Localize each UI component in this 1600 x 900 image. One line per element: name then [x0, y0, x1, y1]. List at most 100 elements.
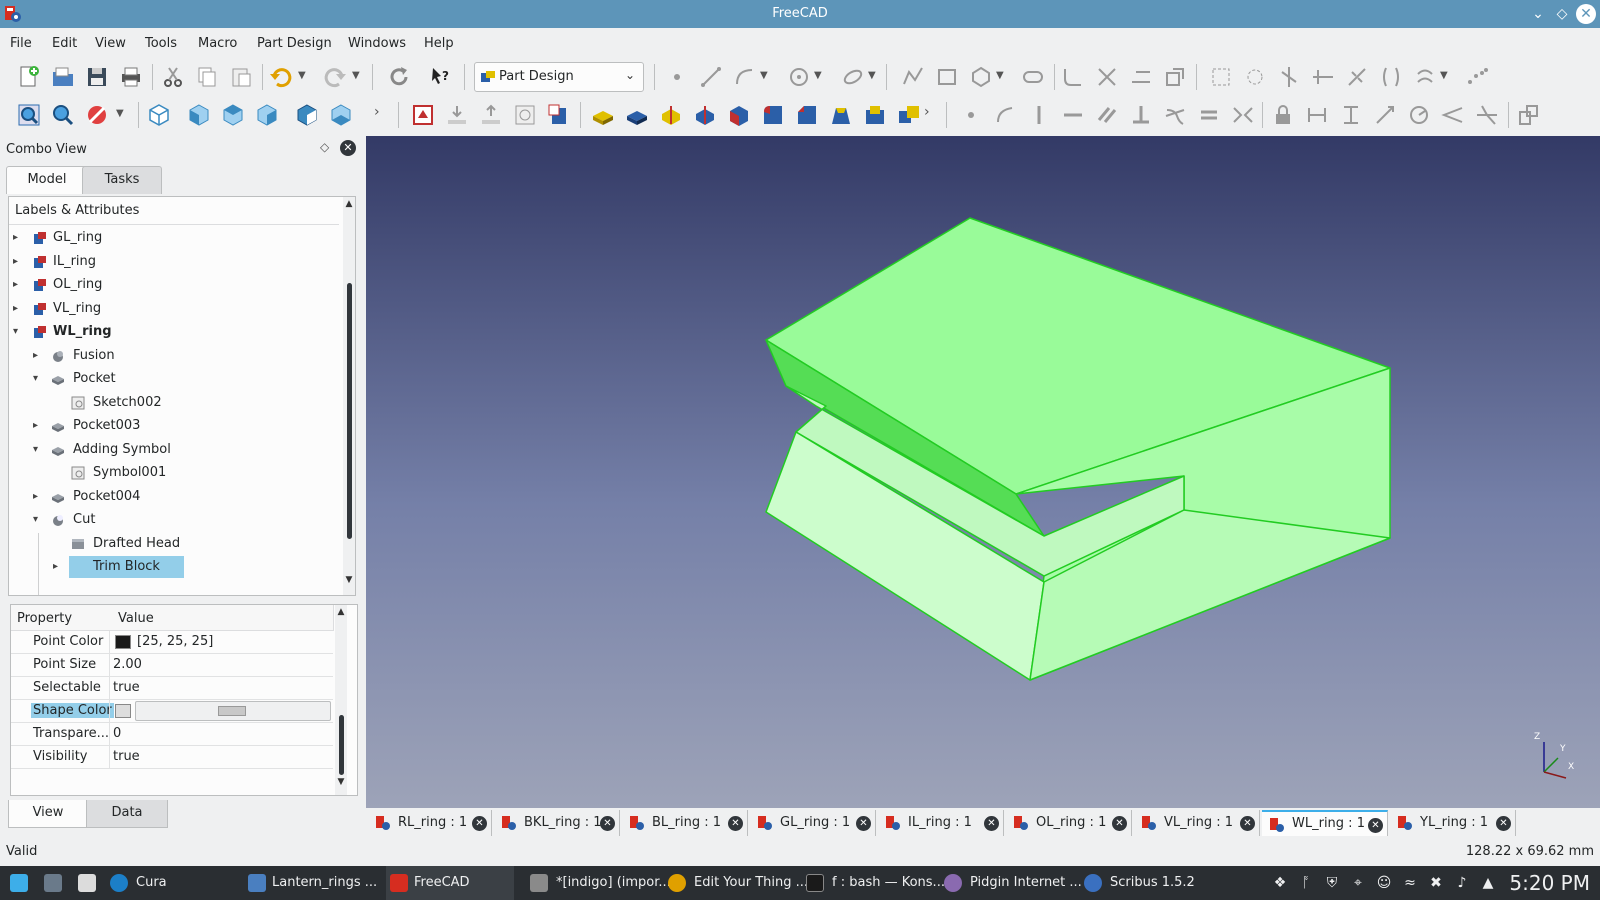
rectangular-array-icon[interactable] [1412, 64, 1438, 90]
tree-item-wl-ring[interactable]: ▾ WL_ring [9, 321, 339, 343]
create-body-icon[interactable] [410, 102, 436, 128]
color-swatch[interactable] [115, 704, 131, 718]
tree-item-pocket[interactable]: ▾ Pocket [9, 368, 339, 390]
save-icon[interactable] [84, 64, 110, 90]
tree-item-pocket004[interactable]: ▸ Pocket004 [9, 486, 339, 508]
property-row-selectable[interactable]: Selectable true [11, 677, 333, 700]
collapse-icon[interactable]: ▾ [33, 368, 45, 390]
constrain-equal-icon[interactable] [1196, 102, 1222, 128]
create-sketch-icon[interactable] [512, 102, 538, 128]
task-konsole[interactable]: f : bash — Kons... [804, 866, 945, 900]
3d-viewport[interactable]: Z Y X [366, 136, 1600, 808]
circle-icon[interactable] [786, 64, 812, 90]
task-lantern-rings[interactable]: Lantern_rings ... [246, 866, 382, 900]
clone-icon[interactable] [1378, 64, 1404, 90]
close-panel-icon[interactable]: ✕ [340, 140, 356, 156]
tab-doc-rl-ring[interactable]: RL_ring : 1 ✕ [368, 810, 492, 836]
arc-icon[interactable] [732, 64, 758, 90]
close-tab-icon[interactable]: ✕ [600, 816, 615, 831]
tree-item-ol-ring[interactable]: ▸ OL_ring [9, 274, 339, 296]
float-panel-icon[interactable]: ◇ [320, 140, 329, 154]
menu-help[interactable]: Help [424, 36, 454, 51]
constrain-perpendicular-icon[interactable] [1128, 102, 1154, 128]
tab-tasks[interactable]: Tasks [82, 166, 162, 194]
tree-item-drafted-head[interactable]: Drafted Head [9, 533, 339, 555]
select-vertical-axis-icon[interactable] [1276, 64, 1302, 90]
collapse-icon[interactable]: ▾ [13, 321, 25, 343]
tab-doc-yl-ring[interactable]: YL_ring : 1 ✕ [1390, 810, 1516, 836]
external-geometry-icon[interactable] [1162, 64, 1188, 90]
cut-icon[interactable] [160, 64, 186, 90]
menu-part-design[interactable]: Part Design [257, 36, 332, 51]
thickness-icon[interactable] [862, 102, 888, 128]
symmetry-icon[interactable] [1344, 64, 1370, 90]
ellipse-dropdown-icon[interactable]: ▼ [868, 70, 876, 81]
clock[interactable]: 5:20 PM [1509, 871, 1590, 895]
menu-file[interactable]: File [10, 36, 32, 51]
boolean-icon[interactable] [896, 102, 922, 128]
view-bottom-icon[interactable] [328, 102, 354, 128]
property-row-visibility[interactable]: Visibility true [11, 746, 333, 769]
extend-icon[interactable] [1128, 64, 1154, 90]
tab-doc-bl-ring[interactable]: BL_ring : 1 ✕ [622, 810, 748, 836]
draft-icon[interactable] [828, 102, 854, 128]
scribus-launcher-icon[interactable] [74, 866, 100, 900]
constrain-horizontal-icon[interactable] [1060, 102, 1086, 128]
scroll-up-icon[interactable]: ▲ [335, 607, 347, 617]
close-window-icon[interactable]: ✕ [1576, 4, 1596, 24]
constrain-tangent-icon[interactable] [1162, 102, 1188, 128]
close-tab-icon[interactable]: ✕ [984, 816, 999, 831]
print-icon[interactable] [118, 64, 144, 90]
select-horizontal-axis-icon[interactable] [1310, 64, 1336, 90]
arc-dropdown-icon[interactable]: ▼ [760, 70, 768, 81]
task-pidgin[interactable]: Pidgin Internet ... [942, 866, 1082, 900]
toggle-driving-constraint-icon[interactable] [1516, 102, 1542, 128]
tree-scrollbar[interactable]: ▲ ▼ [343, 197, 355, 595]
view-front-icon[interactable] [186, 102, 212, 128]
constrain-coincident-icon[interactable] [958, 102, 984, 128]
toolbar-overflow-icon[interactable]: › [374, 104, 380, 120]
close-tab-icon[interactable]: ✕ [1496, 816, 1511, 831]
tree-item-cut[interactable]: ▾ Cut [9, 509, 339, 531]
value-column-header[interactable]: Value [112, 605, 334, 631]
expand-icon[interactable]: ▸ [13, 298, 25, 320]
expand-icon[interactable]: ▸ [33, 486, 45, 508]
expand-icon[interactable]: ▸ [13, 251, 25, 273]
expand-icon[interactable]: ▸ [33, 345, 45, 367]
close-tab-icon[interactable]: ✕ [856, 816, 871, 831]
constrain-parallel-icon[interactable] [1094, 102, 1120, 128]
close-tab-icon[interactable]: ✕ [472, 816, 487, 831]
volume-icon[interactable]: ♪ [1454, 875, 1470, 891]
create-clone-icon[interactable] [478, 102, 504, 128]
select-origin-icon[interactable] [1242, 64, 1268, 90]
open-file-icon[interactable] [50, 64, 76, 90]
paste-icon[interactable] [228, 64, 254, 90]
rectangle-icon[interactable] [934, 64, 960, 90]
constrain-vertical-distance-icon[interactable] [1338, 102, 1364, 128]
color-picker-button[interactable] [135, 701, 331, 721]
wifi-icon[interactable]: ≈ [1402, 875, 1418, 891]
bspline-icon[interactable] [1464, 64, 1490, 90]
tab-data[interactable]: Data [86, 800, 168, 828]
polyline-icon[interactable] [900, 64, 926, 90]
constrain-horizontal-distance-icon[interactable] [1304, 102, 1330, 128]
pocket-icon[interactable] [624, 102, 650, 128]
tree-item-pocket003[interactable]: ▸ Pocket003 [9, 415, 339, 437]
tree-item-fusion[interactable]: ▸ Fusion [9, 345, 339, 367]
constrain-radius-icon[interactable] [1406, 102, 1432, 128]
collapse-icon[interactable]: ▾ [33, 439, 45, 461]
point-icon[interactable] [664, 64, 690, 90]
redo-dropdown-icon[interactable]: ▼ [352, 70, 360, 81]
expand-icon[interactable]: ▸ [13, 227, 25, 249]
tree-item-trim-block[interactable]: ▸ Trim Block [9, 556, 339, 578]
view-isometric-icon[interactable] [146, 102, 172, 128]
tab-doc-vl-ring[interactable]: VL_ring : 1 ✕ [1134, 810, 1260, 836]
property-row-transparency[interactable]: Transpare... 0 [11, 723, 333, 746]
slot-icon[interactable] [1020, 64, 1046, 90]
tab-doc-wl-ring[interactable]: WL_ring : 1 ✕ [1262, 810, 1388, 836]
constrain-vertical-icon[interactable] [1026, 102, 1052, 128]
minimize-icon[interactable]: ⌄ [1528, 4, 1548, 24]
property-row-point-color[interactable]: Point Color [25, 25, 25] [11, 631, 333, 654]
refresh-icon[interactable] [386, 64, 412, 90]
view-rear-icon[interactable] [294, 102, 320, 128]
